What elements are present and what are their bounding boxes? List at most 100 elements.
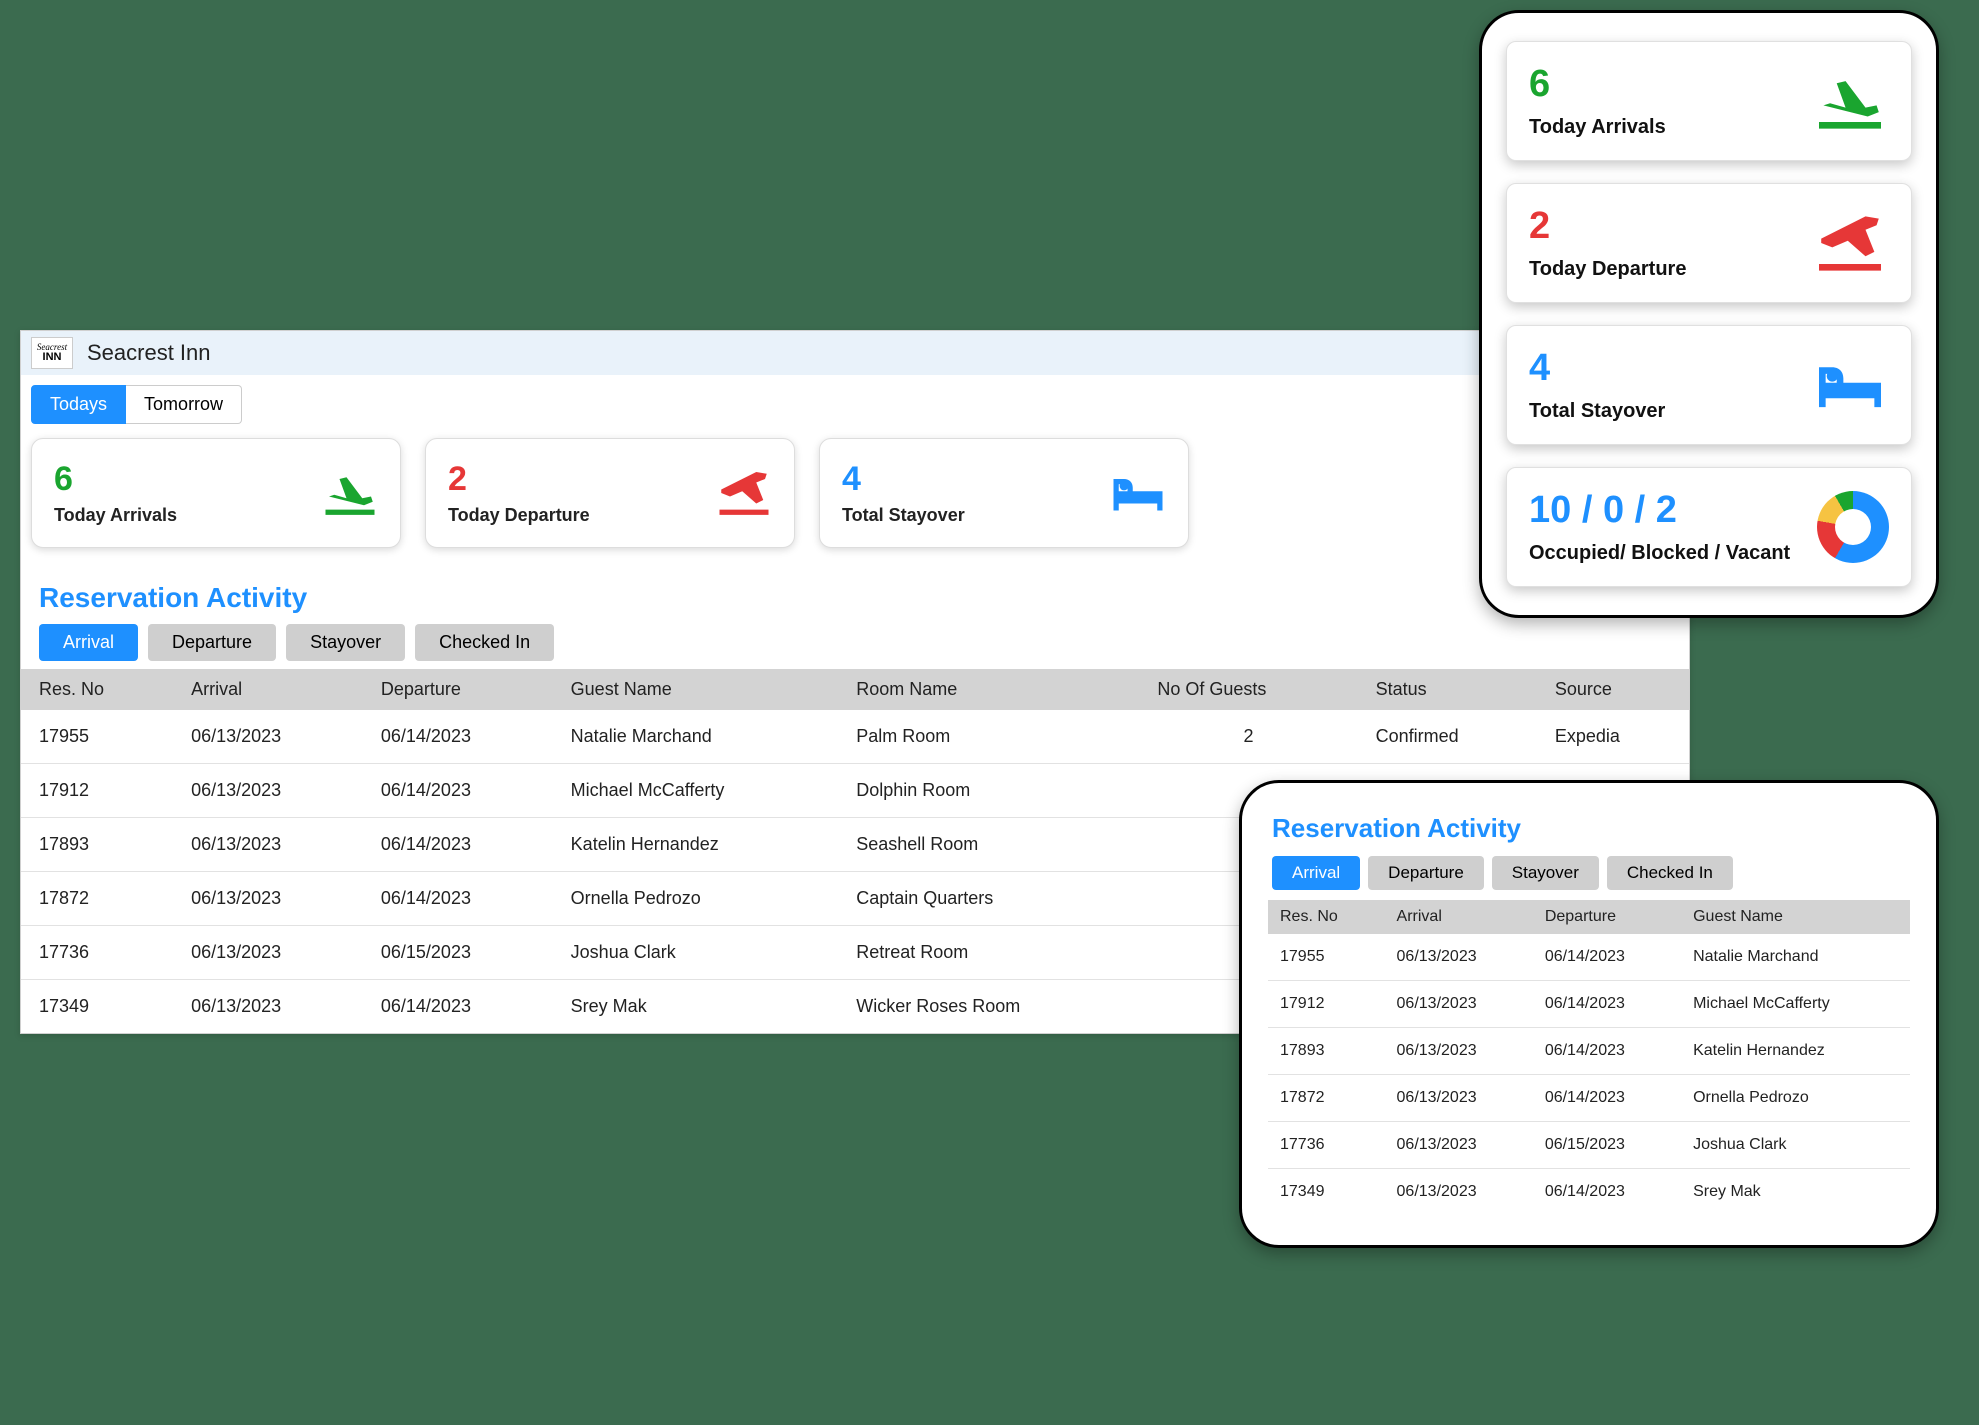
stat-label-stayover: Total Stayover <box>842 505 965 526</box>
ov-card-arrivals[interactable]: 6 Today Arrivals <box>1506 41 1912 161</box>
table-cell: Michael McCafferty <box>553 764 839 818</box>
table-cell: 06/13/2023 <box>173 872 363 926</box>
table-cell: 2 <box>1139 710 1357 764</box>
ov-card-departures[interactable]: 2 Today Departure <box>1506 183 1912 303</box>
table-cell: Captain Quarters <box>838 872 1139 926</box>
table-cell: Retreat Room <box>838 926 1139 980</box>
stat-label-departures: Today Departure <box>448 505 590 526</box>
table-row[interactable]: 1791206/13/202306/14/2023Michael McCaffe… <box>1268 981 1910 1028</box>
table-cell: 06/14/2023 <box>363 710 553 764</box>
col-departure: Departure <box>363 669 553 710</box>
plane-takeoff-icon <box>716 468 772 518</box>
table-cell: 17349 <box>1268 1169 1385 1216</box>
table-cell: Srey Mak <box>553 980 839 1034</box>
table-cell: 06/13/2023 <box>1385 1075 1533 1122</box>
bed-icon <box>1811 354 1889 416</box>
col-status: Status <box>1358 669 1537 710</box>
table-cell: 06/15/2023 <box>1533 1122 1681 1169</box>
stats-row: 6 Today Arrivals 2 Today Departure 4 Tot… <box>21 424 1689 568</box>
tab-checked-in[interactable]: Checked In <box>415 624 554 661</box>
plane-takeoff-icon <box>1811 212 1889 274</box>
logo-text-bottom: INN <box>43 352 62 363</box>
table-cell: 06/14/2023 <box>363 818 553 872</box>
table-cell: Seashell Room <box>838 818 1139 872</box>
table-cell: 17955 <box>1268 934 1385 981</box>
table-cell: Michael McCafferty <box>1681 981 1910 1028</box>
plane-landing-icon <box>1811 70 1889 132</box>
ov-label-occupancy: Occupied/ Blocked / Vacant <box>1529 542 1790 565</box>
ov-reservations-table: Res. No Arrival Departure Guest Name 179… <box>1268 900 1910 1215</box>
table-cell: 06/14/2023 <box>1533 1169 1681 1216</box>
table-cell: Palm Room <box>838 710 1139 764</box>
ov-tab-departure[interactable]: Departure <box>1368 856 1484 890</box>
table-cell: 06/13/2023 <box>1385 1028 1533 1075</box>
header-bar: Seacrest INN Seacrest Inn <box>21 331 1689 375</box>
bed-icon <box>1110 468 1166 518</box>
table-cell: 06/13/2023 <box>173 926 363 980</box>
table-header-row: Res. No Arrival Departure Guest Name Roo… <box>21 669 1689 710</box>
col-room-name: Room Name <box>838 669 1139 710</box>
table-cell: 17349 <box>21 980 173 1034</box>
ov-card-occupancy[interactable]: 10 / 0 / 2 Occupied/ Blocked / Vacant <box>1506 467 1912 587</box>
table-cell: Srey Mak <box>1681 1169 1910 1216</box>
table-row[interactable]: 1795506/13/202306/14/2023Natalie Marchan… <box>21 710 1689 764</box>
table-cell: Katelin Hernandez <box>553 818 839 872</box>
table-cell: 06/14/2023 <box>363 980 553 1034</box>
table-cell: 17893 <box>21 818 173 872</box>
table-cell: 06/13/2023 <box>173 818 363 872</box>
ov-label-departures: Today Departure <box>1529 258 1686 281</box>
stat-value-stayover: 4 <box>842 460 965 499</box>
table-cell: 06/14/2023 <box>1533 1028 1681 1075</box>
table-cell: 17736 <box>1268 1122 1385 1169</box>
reservation-activity-title: Reservation Activity <box>21 568 1689 624</box>
table-row[interactable]: 1787206/13/202306/14/2023Ornella Pedrozo <box>1268 1075 1910 1122</box>
ov-tab-checked-in[interactable]: Checked In <box>1607 856 1733 890</box>
ov-tab-arrival[interactable]: Arrival <box>1272 856 1360 890</box>
ov-activity-tabs: Arrival Departure Stayover Checked In <box>1268 856 1910 900</box>
ov-reservation-activity-title: Reservation Activity <box>1268 809 1910 856</box>
col-arrival: Arrival <box>173 669 363 710</box>
stat-card-stayover[interactable]: 4 Total Stayover <box>819 438 1189 548</box>
table-cell: 06/15/2023 <box>363 926 553 980</box>
ov-value-stayover: 4 <box>1529 347 1665 390</box>
overlay-stats-panel: 6 Today Arrivals 2 Today Departure 4 Tot… <box>1479 10 1939 618</box>
table-cell: Katelin Hernandez <box>1681 1028 1910 1075</box>
table-cell: 06/14/2023 <box>363 764 553 818</box>
table-cell: 06/13/2023 <box>173 980 363 1034</box>
table-cell: 06/13/2023 <box>173 710 363 764</box>
table-row[interactable]: 1773606/13/202306/15/2023Joshua Clark <box>1268 1122 1910 1169</box>
stat-card-departures[interactable]: 2 Today Departure <box>425 438 795 548</box>
col-source: Source <box>1537 669 1689 710</box>
table-row[interactable]: 1789306/13/202306/14/2023Katelin Hernand… <box>1268 1028 1910 1075</box>
table-cell: 17912 <box>1268 981 1385 1028</box>
table-cell: 17872 <box>1268 1075 1385 1122</box>
table-row[interactable]: 1795506/13/202306/14/2023Natalie Marchan… <box>1268 934 1910 981</box>
ov-value-arrivals: 6 <box>1529 63 1666 106</box>
ov-value-occupancy: 10 / 0 / 2 <box>1529 489 1790 532</box>
ov-label-arrivals: Today Arrivals <box>1529 116 1666 139</box>
table-row[interactable]: 1734906/13/202306/14/2023Srey Mak <box>1268 1169 1910 1216</box>
table-cell: Joshua Clark <box>1681 1122 1910 1169</box>
stat-value-arrivals: 6 <box>54 460 177 499</box>
table-cell: Ornella Pedrozo <box>1681 1075 1910 1122</box>
table-cell: 06/13/2023 <box>1385 1169 1533 1216</box>
table-cell: 17955 <box>21 710 173 764</box>
stat-value-departures: 2 <box>448 460 590 499</box>
table-cell: Wicker Roses Room <box>838 980 1139 1034</box>
donut-chart-icon <box>1817 491 1889 563</box>
plane-landing-icon <box>322 468 378 518</box>
tab-arrival[interactable]: Arrival <box>39 624 138 661</box>
tab-stayover[interactable]: Stayover <box>286 624 405 661</box>
table-cell: 06/13/2023 <box>173 764 363 818</box>
ov-tab-stayover[interactable]: Stayover <box>1492 856 1599 890</box>
table-cell: 17893 <box>1268 1028 1385 1075</box>
stat-card-arrivals[interactable]: 6 Today Arrivals <box>31 438 401 548</box>
tab-todays[interactable]: Todays <box>31 385 126 424</box>
tab-tomorrow[interactable]: Tomorrow <box>126 385 242 424</box>
table-cell: 06/14/2023 <box>1533 981 1681 1028</box>
ov-col-res-no: Res. No <box>1268 900 1385 934</box>
stat-label-arrivals: Today Arrivals <box>54 505 177 526</box>
tab-departure[interactable]: Departure <box>148 624 276 661</box>
ov-card-stayover[interactable]: 4 Total Stayover <box>1506 325 1912 445</box>
table-cell: 06/13/2023 <box>1385 934 1533 981</box>
